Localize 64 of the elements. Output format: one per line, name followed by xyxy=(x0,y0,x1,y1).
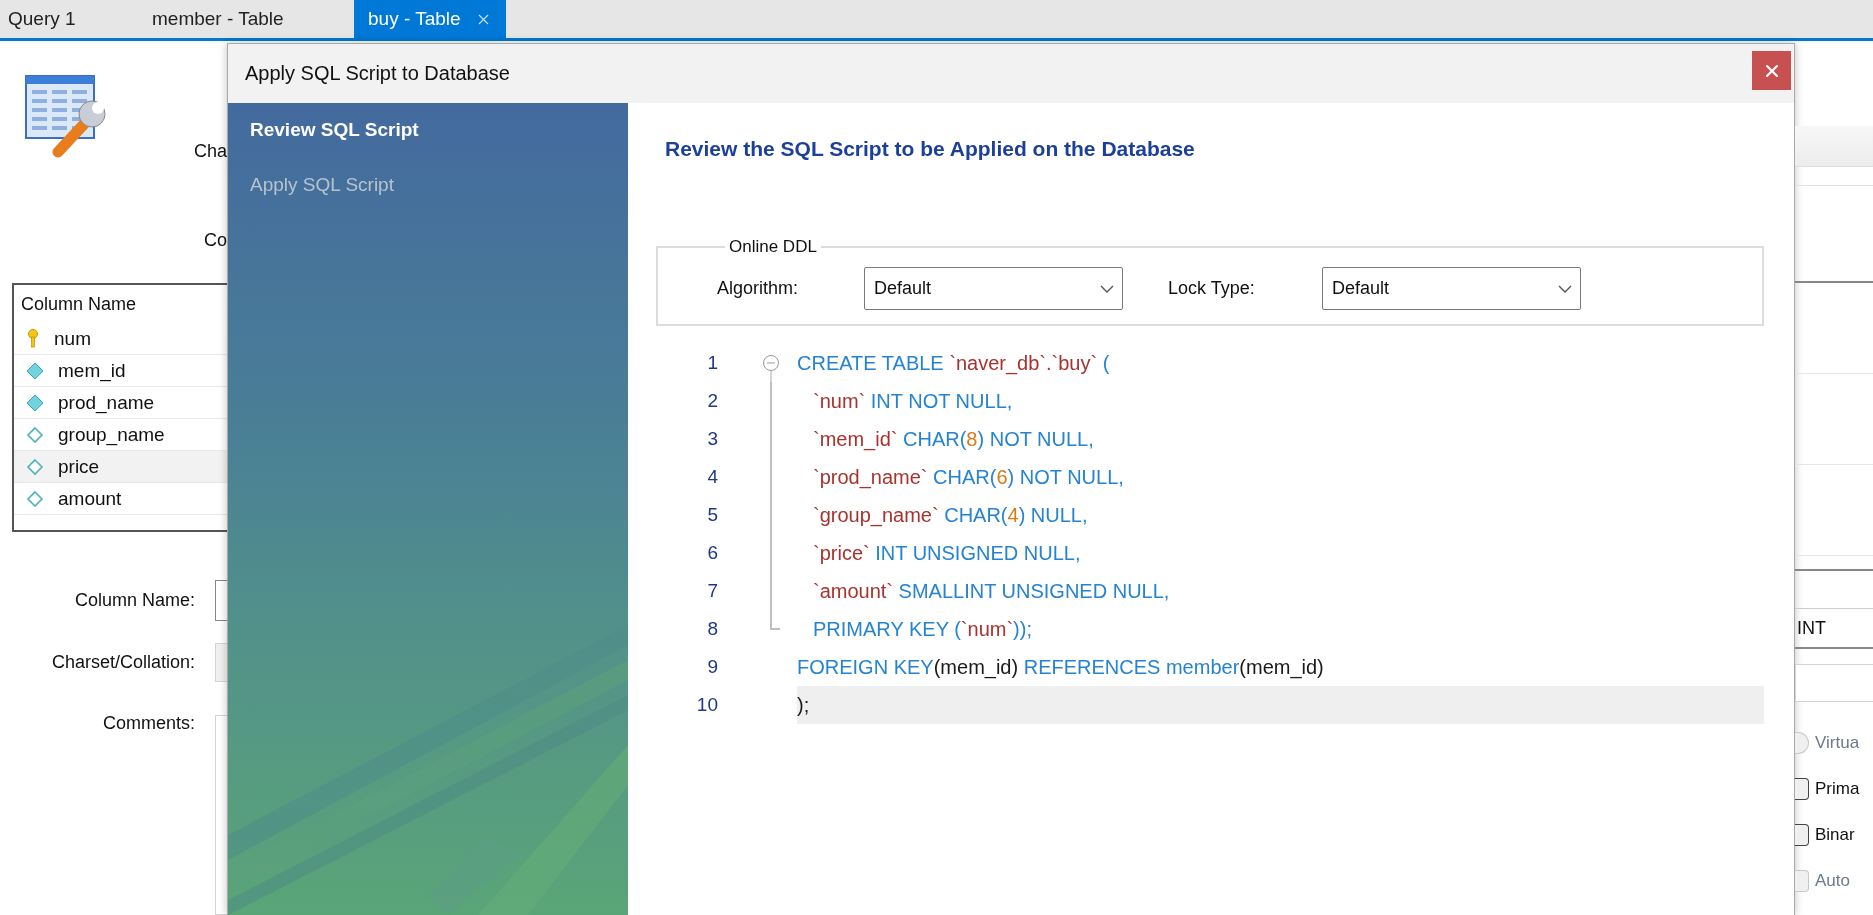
column-header: Column Name xyxy=(21,293,137,315)
editor-tab[interactable]: Query 1 xyxy=(0,0,140,38)
page-heading: Review the SQL Script to be Applied on the Database xyxy=(664,137,1196,161)
code-line: `num` INT NOT NULL, xyxy=(813,389,1013,413)
line-number: 8 xyxy=(706,618,718,640)
line-number: 5 xyxy=(706,504,718,526)
wizard-step: Review SQL Script xyxy=(228,119,419,141)
text-field[interactable] xyxy=(1795,664,1873,702)
code-line: ); xyxy=(797,693,810,717)
column-row[interactable]: prod_name xyxy=(14,387,227,420)
dialog-title: Apply SQL Script to Database xyxy=(245,62,510,85)
field-label: Lock Type: xyxy=(1168,278,1256,299)
column-name-field[interactable] xyxy=(215,580,227,621)
line-number: 1 xyxy=(706,352,718,374)
column-row[interactable]: price xyxy=(14,451,227,484)
column-row[interactable]: amount xyxy=(14,483,227,516)
datatype-field[interactable]: INT xyxy=(1795,608,1873,649)
checkbox[interactable] xyxy=(1795,824,1809,846)
diamond-icon xyxy=(26,361,44,380)
editor-tab[interactable]: buy - Table xyxy=(354,0,506,38)
wizard-step: Apply SQL Script xyxy=(228,174,394,196)
line-number: 4 xyxy=(706,466,718,488)
hollow-diamond-icon xyxy=(26,489,44,508)
field-label: Charset/Collation: xyxy=(50,652,195,673)
line-number: 3 xyxy=(706,428,718,450)
code-line: `group_name` CHAR(4) NULL, xyxy=(813,503,1088,527)
column-row[interactable]: num xyxy=(14,323,227,356)
field-label: Cha xyxy=(193,140,227,162)
comments-field[interactable] xyxy=(215,715,227,915)
code-line: `price` INT UNSIGNED NULL, xyxy=(813,541,1081,565)
key-icon xyxy=(26,328,40,349)
field-label: Algorithm: xyxy=(717,278,800,299)
option-label: Binar xyxy=(1815,825,1855,845)
option-label: Virtua xyxy=(1815,733,1860,753)
field-label: Column Name: xyxy=(73,590,195,611)
field-label: Co xyxy=(204,229,227,251)
diamond-icon xyxy=(26,393,44,412)
code-line: `mem_id` CHAR(8) NOT NULL, xyxy=(813,427,1094,451)
hollow-diamond-icon xyxy=(26,457,44,476)
code-line: PRIMARY KEY (`num`)); xyxy=(813,617,1032,641)
chevron-down-icon xyxy=(1100,284,1114,293)
hollow-diamond-icon xyxy=(26,425,44,444)
charset-dropdown[interactable] xyxy=(215,643,227,682)
line-number: 6 xyxy=(706,542,718,564)
line-number: 7 xyxy=(706,580,718,602)
option-label: Prima xyxy=(1815,779,1860,799)
field-label: Comments: xyxy=(101,712,195,734)
option-label: Auto xyxy=(1815,871,1850,891)
dropdown[interactable]: Default xyxy=(1322,267,1581,310)
text-field[interactable] xyxy=(1795,126,1873,167)
code-line: `amount` SMALLINT UNSIGNED NULL, xyxy=(813,579,1170,603)
line-number: 9 xyxy=(706,656,718,678)
checkbox[interactable] xyxy=(1795,778,1809,800)
code-line: FOREIGN KEY(mem_id) REFERENCES member(mem_id) xyxy=(797,655,1324,679)
close-button[interactable] xyxy=(1752,51,1791,90)
group-label: Online DDL xyxy=(728,237,818,257)
line-number: 10 xyxy=(695,694,718,716)
chevron-down-icon xyxy=(1558,284,1572,293)
editor-tab[interactable]: member - Table xyxy=(140,0,354,38)
dropdown[interactable]: Default xyxy=(864,267,1123,310)
code-line: `prod_name` CHAR(6) NOT NULL, xyxy=(813,465,1124,489)
column-row[interactable]: mem_id xyxy=(14,355,227,388)
line-number: 2 xyxy=(706,390,718,412)
code-line: CREATE TABLE `naver_db`.`buy` ( xyxy=(797,351,1110,375)
